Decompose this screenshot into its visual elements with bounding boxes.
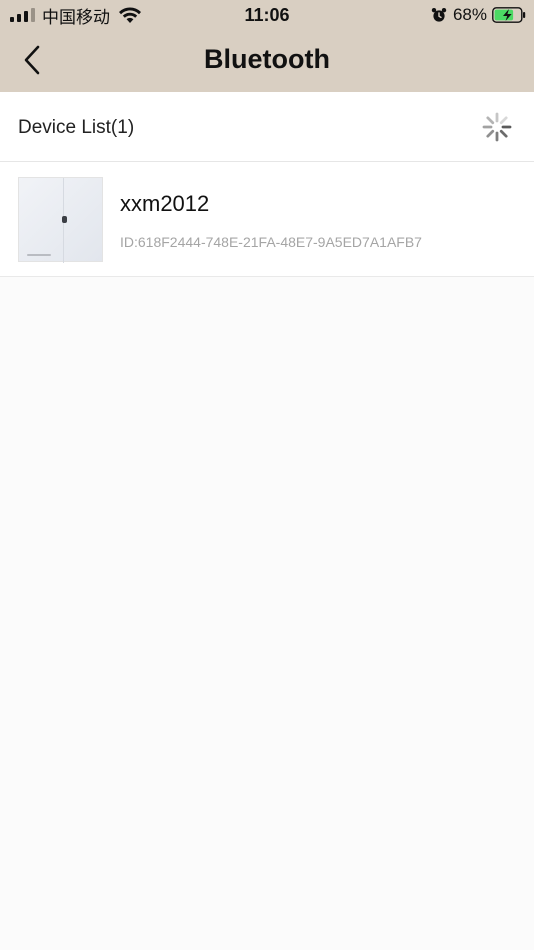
spinner-spoke xyxy=(499,116,508,125)
device-thumbnail xyxy=(18,177,103,263)
battery-percent: 68% xyxy=(452,5,487,24)
device-list-title: Device List(1) xyxy=(18,117,135,138)
status-bar: 中国移动 11:06 68% xyxy=(0,0,534,30)
top-header: 中国移动 11:06 68% Bluetooth xyxy=(0,0,534,92)
alarm-icon xyxy=(431,8,447,22)
spinner-spoke xyxy=(486,116,495,125)
spinner-spoke xyxy=(499,129,508,138)
device-row[interactable]: xxm2012 ID:618F2444-748E-21FA-48E7-9A5ED… xyxy=(0,162,534,277)
page-title: Bluetooth xyxy=(204,44,330,74)
device-list-header: Device List(1) xyxy=(0,92,534,162)
empty-content-area xyxy=(0,277,534,950)
spinner-spoke xyxy=(486,129,495,138)
device-name: xxm2012 xyxy=(120,191,210,216)
status-right: 68% xyxy=(431,4,526,26)
nav-bar: Bluetooth xyxy=(0,30,534,92)
loading-spinner-icon xyxy=(482,112,512,142)
battery-charging-icon xyxy=(492,7,526,23)
device-id: ID:618F2444-748E-21FA-48E7-9A5ED7A1AFB7 xyxy=(120,234,422,250)
